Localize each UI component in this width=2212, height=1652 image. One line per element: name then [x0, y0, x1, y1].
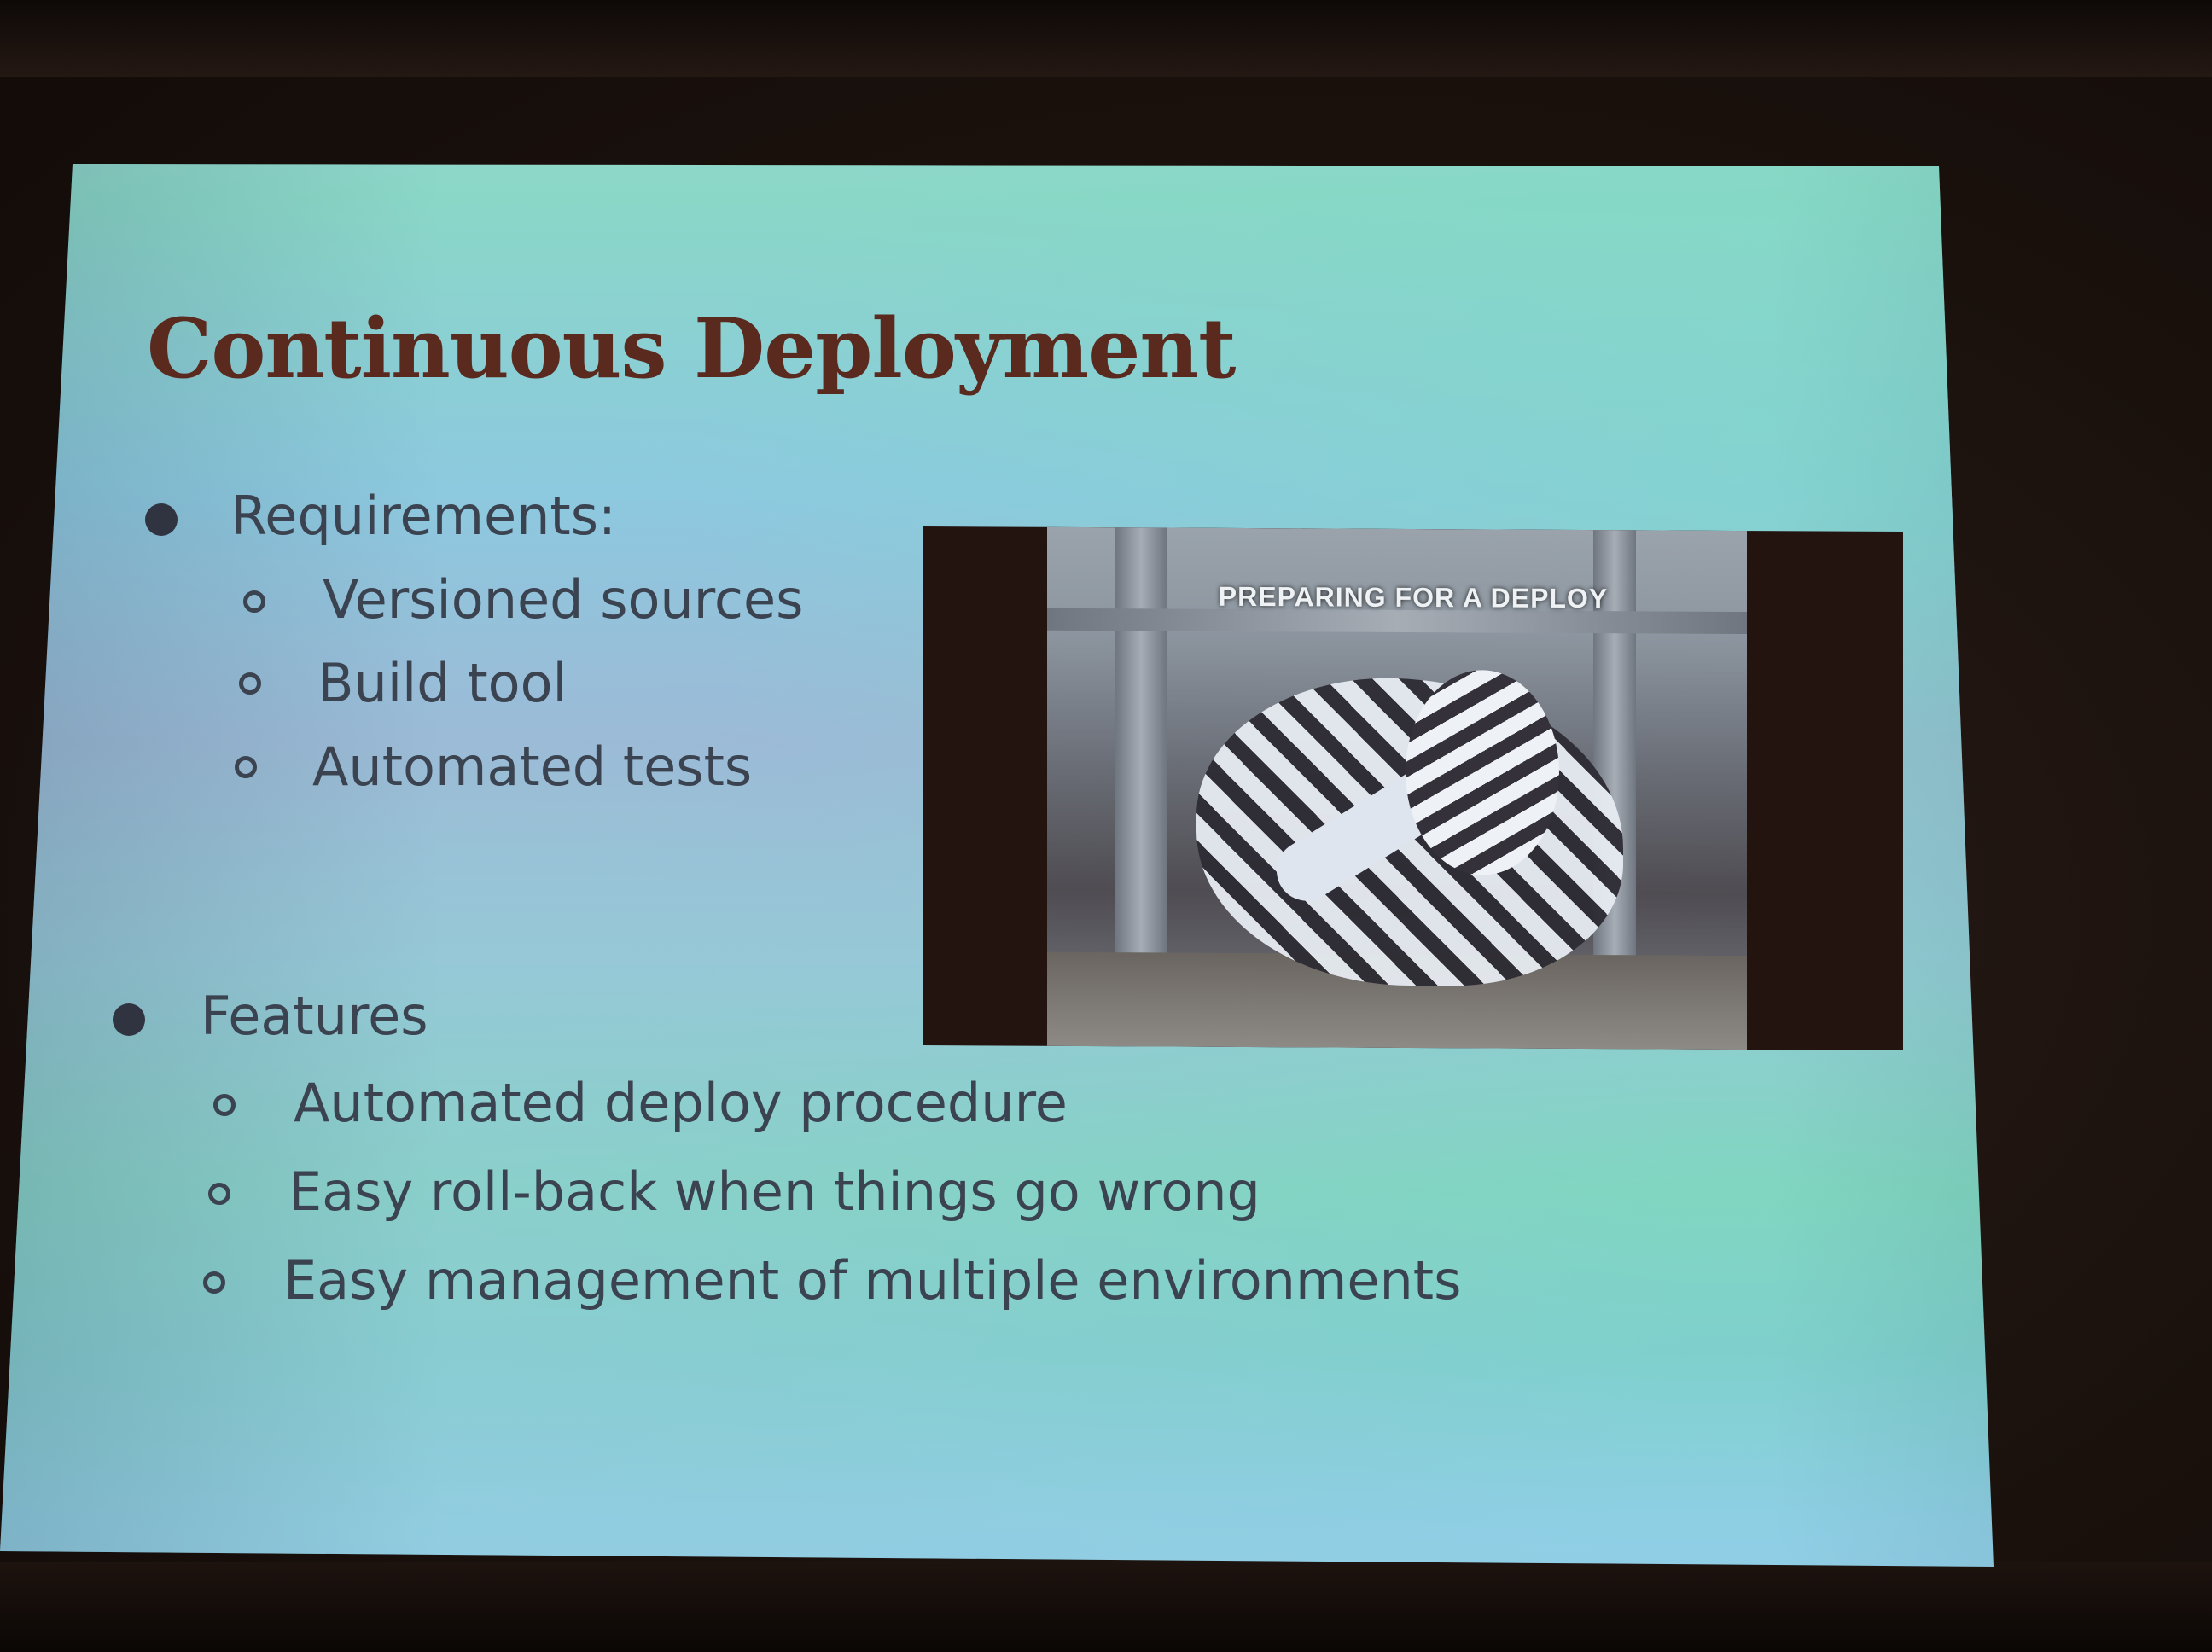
list-item: Easy management of multiple environments	[283, 1249, 1462, 1312]
person-head	[1406, 669, 1559, 875]
bullet-ring-icon	[239, 672, 261, 695]
floor-shadow	[0, 1562, 2212, 1652]
bullet-ring-icon	[203, 1271, 225, 1294]
bullet-ring-icon	[235, 756, 257, 778]
list-item: Easy roll-back when things go wrong	[288, 1160, 1260, 1223]
bullet-ring-icon	[243, 590, 265, 613]
section-label-features: Features	[201, 985, 428, 1047]
bullet-ring-icon	[208, 1183, 230, 1205]
gif-caption: PREPARING FOR A DEPLOY	[1218, 580, 1609, 614]
list-item: Versioned sources	[323, 568, 804, 631]
slide-title: Continuous Deployment	[147, 300, 1236, 397]
bullet-dot-icon	[145, 503, 178, 536]
ceiling-shadow	[0, 0, 2212, 77]
bullet-ring-icon	[213, 1094, 236, 1116]
list-item: Automated deploy procedure	[294, 1072, 1068, 1134]
list-item: Automated tests	[312, 736, 753, 798]
section-label-requirements: Requirements:	[230, 485, 616, 547]
list-item: Build tool	[317, 652, 568, 714]
bullet-dot-icon	[113, 1003, 145, 1036]
deploy-gif-image: PREPARING FOR A DEPLOY	[923, 526, 1903, 1051]
